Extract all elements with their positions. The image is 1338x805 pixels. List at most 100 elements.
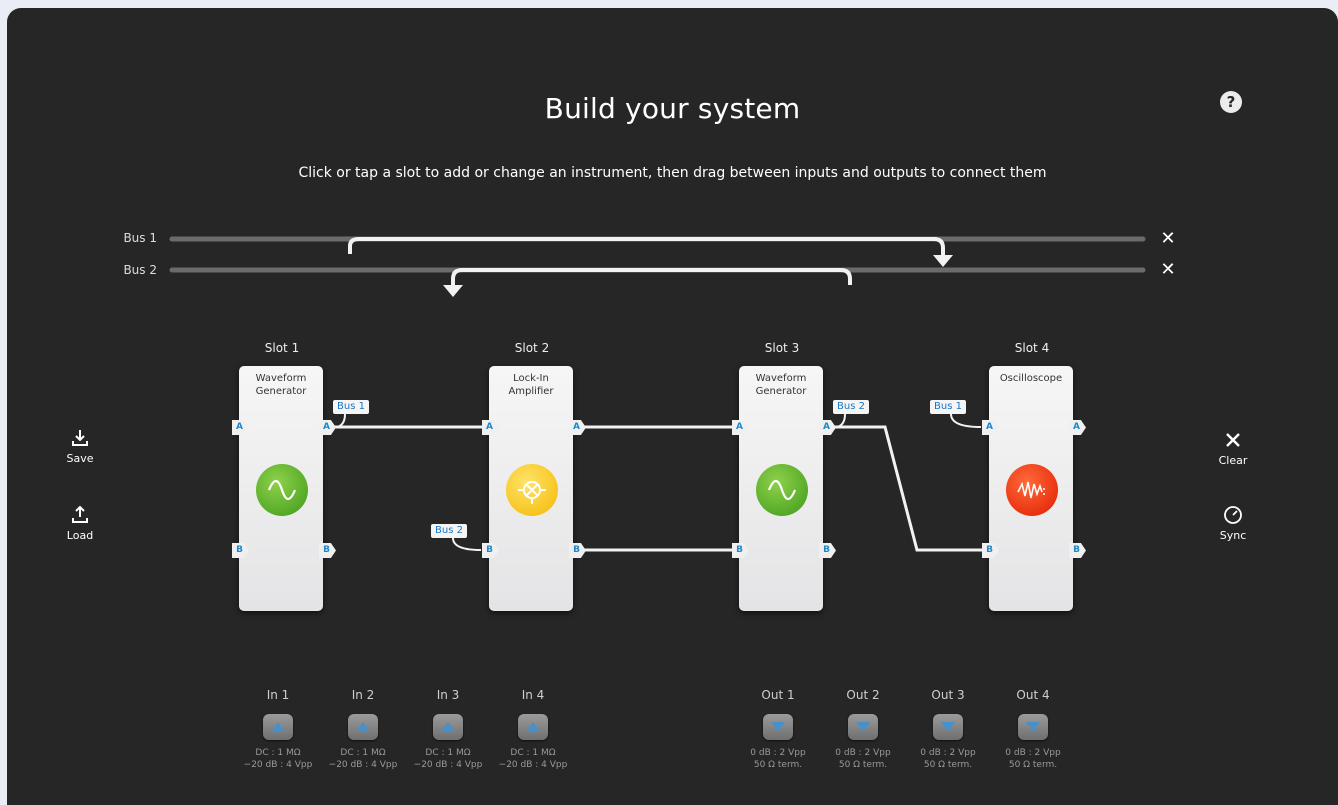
- slot-3-instrument-name: Waveform Generator: [739, 372, 823, 398]
- wire-s3a-s4b: [834, 425, 984, 552]
- arrow-down-icon: [856, 722, 870, 732]
- gauge-icon: [1224, 506, 1242, 524]
- leader-s1-bus1: [336, 413, 346, 428]
- bus-2-label: Bus 2: [123, 263, 157, 277]
- output-3-termination: 50 Ω term.: [923, 760, 973, 770]
- slot-3-name-line2: Generator: [755, 386, 807, 397]
- arrow-up-icon: [526, 722, 540, 732]
- save-label: Save: [66, 452, 94, 465]
- slot-2-instrument-name: Lock-In Amplifier: [489, 372, 573, 398]
- bus-1-close-icon[interactable]: ✕: [1159, 230, 1177, 248]
- slot-3-label: Slot 3: [764, 341, 800, 355]
- input-1-coupling: DC : 1 MΩ: [255, 748, 301, 758]
- arrow-down-icon: [771, 722, 785, 732]
- output-3-gain: 0 dB : 2 Vpp: [920, 748, 976, 758]
- input-2-range: −20 dB : 4 Vpp: [328, 760, 398, 770]
- output-2-gain: 0 dB : 2 Vpp: [835, 748, 891, 758]
- bus-tag-slot1-output[interactable]: Bus 1: [333, 400, 369, 414]
- arrow-up-icon: [441, 722, 455, 732]
- sine-wave-icon: [756, 464, 808, 516]
- output-1-gain: 0 dB : 2 Vpp: [750, 748, 806, 758]
- input-3-settings[interactable]: DC : 1 MΩ −20 dB : 4 Vpp: [406, 747, 490, 771]
- bus-1-route-arrow: [348, 237, 945, 256]
- input-3-label: In 3: [436, 688, 460, 702]
- input-1-settings[interactable]: DC : 1 MΩ −20 dB : 4 Vpp: [236, 747, 320, 771]
- slot-4-instrument-name: Oscilloscope: [989, 372, 1073, 385]
- slot-3-name-line1: Waveform: [755, 373, 807, 384]
- input-1-label: In 1: [266, 688, 290, 702]
- input-2-label: In 2: [351, 688, 375, 702]
- input-3-coupling: DC : 1 MΩ: [425, 748, 471, 758]
- slot-1-label: Slot 1: [264, 341, 300, 355]
- bus-1-arrowhead: [933, 255, 953, 267]
- input-4-settings[interactable]: DC : 1 MΩ −20 dB : 4 Vpp: [491, 747, 575, 771]
- sync-button[interactable]: Sync: [1208, 505, 1258, 542]
- leader-s4-bus1: [950, 413, 982, 428]
- bus-2-arrowhead: [443, 285, 463, 297]
- load-label: Load: [66, 529, 94, 542]
- input-4-coupling: DC : 1 MΩ: [510, 748, 556, 758]
- leader-s3-bus2: [836, 413, 846, 428]
- input-4-range: −20 dB : 4 Vpp: [498, 760, 568, 770]
- output-4-gain: 0 dB : 2 Vpp: [1005, 748, 1061, 758]
- arrow-up-icon: [271, 722, 285, 732]
- input-4-button[interactable]: [518, 714, 548, 740]
- slot-4-card[interactable]: Oscilloscope: [989, 366, 1073, 611]
- slot-2-card[interactable]: Lock-In Amplifier: [489, 366, 573, 611]
- slot-2-label: Slot 2: [514, 341, 550, 355]
- input-2-button[interactable]: [348, 714, 378, 740]
- save-button[interactable]: Save: [55, 428, 105, 465]
- oscilloscope-icon: [1006, 464, 1058, 516]
- input-2-settings[interactable]: DC : 1 MΩ −20 dB : 4 Vpp: [321, 747, 405, 771]
- input-3-range: −20 dB : 4 Vpp: [413, 760, 483, 770]
- slot-1-name-line2: Generator: [255, 386, 307, 397]
- input-1-range: −20 dB : 4 Vpp: [243, 760, 313, 770]
- bus-2-close-icon[interactable]: ✕: [1159, 261, 1177, 279]
- output-4-label: Out 4: [1016, 688, 1050, 702]
- input-1-button[interactable]: [263, 714, 293, 740]
- bus-tag-slot2-input[interactable]: Bus 2: [431, 524, 467, 538]
- output-3-label: Out 3: [931, 688, 965, 702]
- leader-s2-bus2: [452, 537, 482, 551]
- arrow-down-icon: [1026, 722, 1040, 732]
- output-2-label: Out 2: [846, 688, 880, 702]
- slot-2-name-line1: Lock-In: [513, 373, 549, 384]
- slot-1-card[interactable]: Waveform Generator: [239, 366, 323, 611]
- system-builder-panel: Build your system ? Click or tap a slot …: [7, 8, 1338, 805]
- slot-1-instrument-name: Waveform Generator: [239, 372, 323, 398]
- output-2-button[interactable]: [848, 714, 878, 740]
- sync-label: Sync: [1219, 529, 1247, 542]
- help-icon[interactable]: ?: [1220, 91, 1242, 113]
- output-1-termination: 50 Ω term.: [753, 760, 803, 770]
- bus-tag-slot4-input[interactable]: Bus 1: [930, 400, 966, 414]
- wiring-layer: [167, 236, 1147, 552]
- upload-icon: [72, 505, 88, 523]
- clear-button[interactable]: Clear: [1208, 430, 1258, 467]
- slot-4-label: Slot 4: [1014, 341, 1050, 355]
- output-1-button[interactable]: [763, 714, 793, 740]
- output-4-termination: 50 Ω term.: [1008, 760, 1058, 770]
- bus-1-label: Bus 1: [123, 231, 157, 245]
- page-title: Build your system: [544, 92, 801, 125]
- clear-label: Clear: [1218, 454, 1248, 467]
- output-1-label: Out 1: [761, 688, 795, 702]
- slot-4-name-line1: Oscilloscope: [999, 373, 1063, 384]
- lock-in-icon: [506, 464, 558, 516]
- output-3-settings[interactable]: 0 dB : 2 Vpp 50 Ω term.: [906, 747, 990, 771]
- input-3-button[interactable]: [433, 714, 463, 740]
- output-3-button[interactable]: [933, 714, 963, 740]
- input-4-label: In 4: [521, 688, 545, 702]
- output-4-button[interactable]: [1018, 714, 1048, 740]
- output-2-settings[interactable]: 0 dB : 2 Vpp 50 Ω term.: [821, 747, 905, 771]
- slot-1-name-line1: Waveform: [255, 373, 307, 384]
- slot-3-card[interactable]: Waveform Generator: [739, 366, 823, 611]
- output-4-settings[interactable]: 0 dB : 2 Vpp 50 Ω term.: [991, 747, 1075, 771]
- download-icon: [72, 430, 88, 446]
- close-icon: [1226, 433, 1240, 447]
- output-1-settings[interactable]: 0 dB : 2 Vpp 50 Ω term.: [736, 747, 820, 771]
- sine-wave-icon: [256, 464, 308, 516]
- output-2-termination: 50 Ω term.: [838, 760, 888, 770]
- load-button[interactable]: Load: [55, 505, 105, 542]
- bus-tag-slot3-output[interactable]: Bus 2: [833, 400, 869, 414]
- arrow-up-icon: [356, 722, 370, 732]
